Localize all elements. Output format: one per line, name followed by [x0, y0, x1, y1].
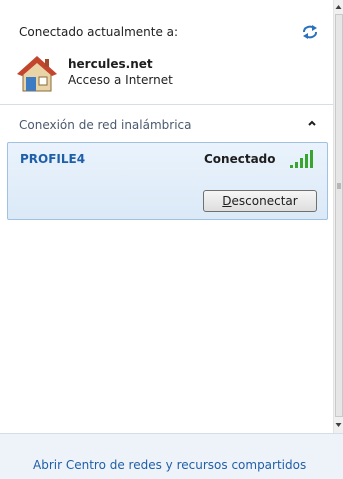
wireless-profile-card[interactable]: PROFILE4 Conectado Desconectar — [7, 142, 328, 220]
network-status: Acceso a Internet — [68, 73, 173, 87]
scroll-down-arrow-icon[interactable] — [334, 418, 343, 432]
connection-state: Conectado — [204, 152, 276, 166]
scrollbar-thumb[interactable] — [335, 14, 343, 417]
open-network-center-link[interactable]: Abrir Centro de redes y recursos compart… — [33, 458, 306, 472]
house-icon — [17, 56, 57, 92]
refresh-icon[interactable] — [300, 24, 320, 40]
connected-to-label: Conectado actualmente a: — [19, 25, 179, 39]
profile-name: PROFILE4 — [20, 152, 86, 166]
vertical-scrollbar[interactable] — [333, 0, 343, 433]
divider — [0, 104, 333, 105]
disconnect-button[interactable]: Desconectar — [203, 190, 317, 212]
network-flyout: Conectado actualmente a: hercules.net Ac… — [0, 0, 333, 433]
disconnect-access-key: D — [222, 194, 232, 208]
scroll-up-arrow-icon[interactable] — [334, 0, 343, 14]
wireless-section-label: Conexión de red inalámbrica — [19, 118, 192, 132]
grip-icon — [337, 183, 341, 189]
network-name: hercules.net — [68, 57, 153, 71]
chevron-up-icon[interactable] — [306, 117, 318, 129]
disconnect-label-rest: esconectar — [231, 194, 298, 208]
signal-strength-icon — [290, 150, 313, 168]
footer: Abrir Centro de redes y recursos compart… — [0, 433, 343, 479]
